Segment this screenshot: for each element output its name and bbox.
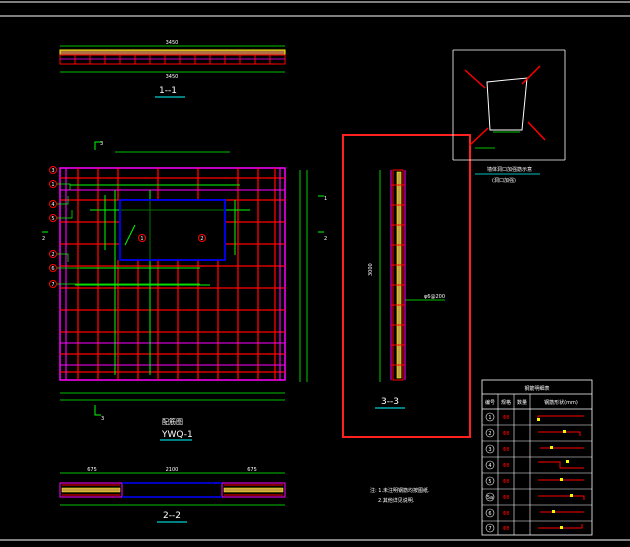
table-header-no: 编号 xyxy=(485,399,495,406)
detail-subcaption: (洞口加强) xyxy=(492,177,516,184)
callout-4: 5 xyxy=(51,216,54,222)
table-row-no: 3 xyxy=(488,447,491,453)
table-row-spec: Φ8 xyxy=(502,415,509,421)
plan-section-mark-top: 3 xyxy=(100,141,103,147)
table-header-shape: 钢筋形状(mm) xyxy=(544,399,578,406)
table-row-no: 5a xyxy=(487,495,493,501)
section-3-3-note: φ6@200 xyxy=(424,294,445,300)
table-row-no: 4 xyxy=(488,463,491,469)
section-2-2-dim-left: 675 xyxy=(87,467,97,473)
table-row-spec: Φ8 xyxy=(502,463,509,469)
table-row-spec: Φ8 xyxy=(502,479,509,485)
section-2-2-dim-mid: 2100 xyxy=(166,467,179,473)
plan-name: YWQ-1 xyxy=(161,430,193,440)
table-row-no: 5 xyxy=(488,479,491,485)
table-title: 钢筋明细表 xyxy=(524,385,549,392)
opening-callout-1: 1 xyxy=(140,236,143,242)
callout-7: 7 xyxy=(51,282,54,288)
opening-callout-2: 2 xyxy=(200,236,203,242)
section-2-2: 675 2100 675 2--2 xyxy=(59,467,286,523)
section-2-2-label: 2--2 xyxy=(163,511,181,521)
table-header-qty: 数量 xyxy=(517,399,527,406)
table-row-no: 7 xyxy=(488,526,491,532)
section-1-1-dim-top: 3450 xyxy=(166,40,179,46)
section-2-2-dim-right: 675 xyxy=(247,467,257,473)
table-row-no: 6 xyxy=(488,511,491,517)
table-row-spec: Φ8 xyxy=(502,511,509,517)
plan-section-mark-left: 2 xyxy=(42,236,45,242)
highlight-box xyxy=(342,134,471,438)
rebar-table: 钢筋明细表 编号 规格 数量 钢筋形状(mm) 1 2 3 4 5 5a 6 7… xyxy=(481,379,593,536)
notes-line-1: 注: 1.未注明钢筋均按图纸. xyxy=(370,487,430,494)
section-3-3: φ6@200 3000 3--3 xyxy=(368,169,445,409)
notes-line-2: 2.其他详见说明. xyxy=(378,497,415,504)
plan-title: 配筋图 xyxy=(162,417,183,426)
plan-section-mark-bottom: 3 xyxy=(101,416,104,422)
callout-6: 6 xyxy=(51,266,54,272)
callout-5: 2 xyxy=(51,252,54,258)
plan-section-mark-right-2: 2 xyxy=(324,236,327,242)
section-1-1-label: 1--1 xyxy=(159,86,177,96)
plan-view: 3 1 4 5 2 6 7 1 2 3 3 2 1 2 配筋图 YWQ-1 xyxy=(42,141,327,441)
section-1-1-dim-bottom: 3450 xyxy=(166,74,179,80)
table-row-spec: Φ8 xyxy=(502,526,509,532)
table-row-spec: Φ8 xyxy=(502,495,509,501)
callout-1: 3 xyxy=(51,168,54,174)
section-3-3-label: 3--3 xyxy=(381,397,399,407)
callout-2: 1 xyxy=(51,182,54,188)
section-3-3-dim: 3000 xyxy=(368,263,374,276)
cad-drawing-canvas: 3450 3450 1--1 3 1 4 5 2 6 7 1 2 3 3 2 1… xyxy=(0,1,630,541)
section-1-1: 3450 3450 1--1 xyxy=(59,40,286,98)
table-row-no: 2 xyxy=(488,431,491,437)
table-row-spec: Φ8 xyxy=(502,431,509,437)
plan-section-mark-right-1: 1 xyxy=(324,196,327,202)
table-row-no: 1 xyxy=(488,415,491,421)
detail-caption: 墙体洞口加强筋示意 xyxy=(487,166,532,173)
table-header-spec: 规格 xyxy=(501,399,511,406)
table-row-spec: Φ8 xyxy=(502,447,509,453)
callout-3: 4 xyxy=(51,202,54,208)
